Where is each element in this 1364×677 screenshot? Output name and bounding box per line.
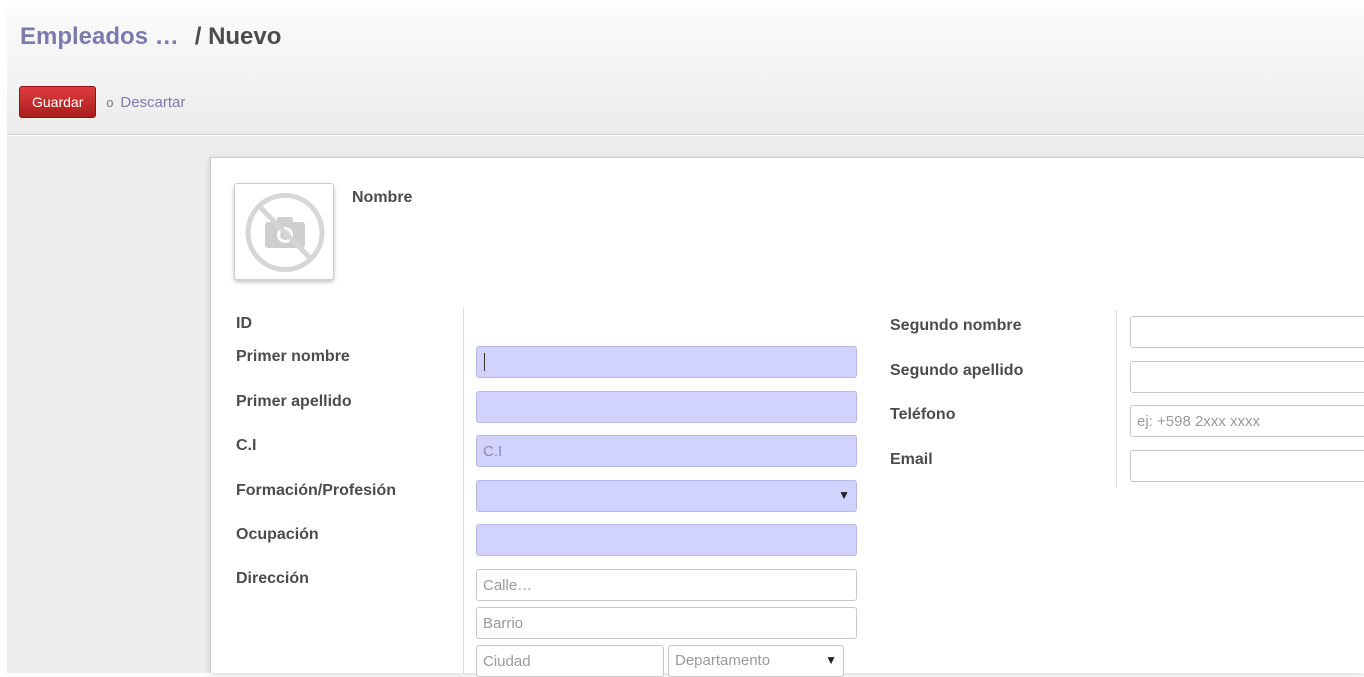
left-column-divider: [463, 308, 464, 673]
breadcrumb-employees-link[interactable]: Empleados …: [20, 23, 179, 50]
text-cursor: [484, 353, 485, 371]
second-name-label: Segundo nombre: [890, 317, 1022, 334]
first-surname-input[interactable]: [476, 391, 857, 423]
control-panel: Empleados … / Nuevo Guardar o Descartar: [7, 7, 1364, 135]
profession-label: Formación/Profesión: [236, 482, 397, 499]
street-input[interactable]: [476, 569, 857, 601]
occupation-input[interactable]: [476, 524, 857, 556]
right-column-divider: [1116, 310, 1117, 488]
first-name-label: Primer nombre: [236, 348, 350, 365]
phone-label: Teléfono: [890, 406, 956, 423]
department-select-value: Departamento: [675, 652, 771, 669]
profession-select[interactable]: ▼: [476, 480, 857, 512]
breadcrumb-current: Nuevo: [208, 23, 282, 50]
email-input[interactable]: [1130, 450, 1364, 482]
occupation-label: Ocupación: [236, 526, 319, 543]
form-actions: Guardar o Descartar: [19, 86, 185, 118]
dropdown-arrow-icon: ▼: [838, 488, 850, 502]
name-label: Nombre: [352, 189, 413, 206]
department-select[interactable]: Departamento ▼: [668, 645, 844, 677]
ci-label: C.I: [236, 437, 257, 454]
second-name-input[interactable]: [1130, 316, 1364, 348]
city-input[interactable]: [476, 645, 664, 677]
save-button[interactable]: Guardar: [19, 86, 97, 118]
address-label: Dirección: [236, 570, 309, 587]
phone-input[interactable]: [1130, 405, 1364, 437]
breadcrumb: Empleados … / Nuevo: [20, 23, 281, 51]
first-name-input[interactable]: [476, 346, 857, 378]
or-text: o: [106, 94, 114, 110]
breadcrumb-separator: /: [194, 23, 202, 50]
email-label: Email: [890, 451, 933, 468]
second-surname-input[interactable]: [1130, 361, 1364, 393]
first-surname-label: Primer apellido: [236, 393, 352, 410]
id-label: ID: [236, 315, 252, 332]
employee-photo[interactable]: [234, 183, 334, 280]
second-surname-label: Segundo apellido: [890, 362, 1024, 379]
neighborhood-input[interactable]: [476, 607, 857, 639]
discard-link[interactable]: Descartar: [120, 94, 185, 111]
dropdown-arrow-icon: ▼: [825, 653, 837, 667]
ci-input[interactable]: [476, 435, 857, 467]
no-camera-icon: [245, 193, 325, 272]
